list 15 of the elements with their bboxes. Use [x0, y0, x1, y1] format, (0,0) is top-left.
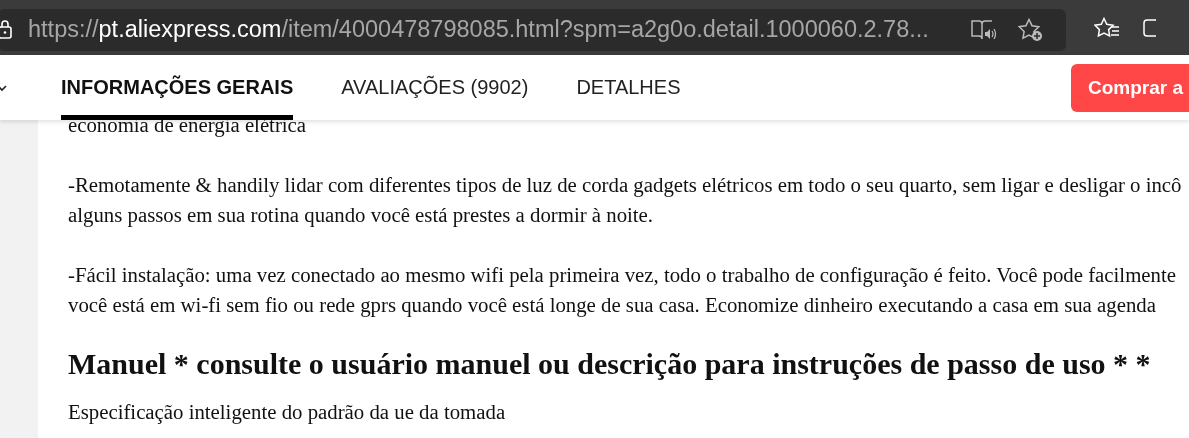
chevron-down-icon[interactable] — [0, 83, 7, 92]
section-heading: Manuel * consulte o usuário manuel ou descrição para instruções de passo de uso * * — [68, 346, 1152, 382]
address-field[interactable]: https://pt.aliexpress.com/item/4000478798085.html?spm=a2g0o.detail.1000060.2.78... — [0, 8, 1066, 51]
paragraph-line: você está em wi-fi sem fio ou rede gprs quando você está longe de sua casa. Economize dinheiro executando a casa em sua agenda — [68, 292, 1157, 319]
paragraph-line: Especificação inteligente do padrão da ue da tomada — [68, 399, 507, 426]
paragraph-line: -Fácil instalação: uma vez conectado ao mesmo wifi pela primeira vez, todo o trabalho de configuração é feito. Você pode facilmente — [68, 262, 1177, 289]
lock-icon[interactable] — [0, 18, 12, 39]
read-aloud-icon[interactable] — [970, 18, 996, 41]
favorites-icon[interactable] — [1094, 16, 1120, 39]
paragraph-line: -Remotamente & handily lidar com diferentes tipos de luz de corda gadgets elétricos em todo o seu quarto, sem ligar e desligar o incô — [68, 172, 1182, 199]
paragraph-line: alguns passos em sua rotina quando você está prestes a dormir à noite. — [68, 202, 655, 229]
tab[interactable]: AVALIAÇÕES (9902) — [341, 55, 529, 120]
tab[interactable]: DETALHES — [576, 55, 681, 120]
add-favorite-icon[interactable] — [1018, 17, 1044, 42]
tab[interactable]: INFORMAÇÕES GERAIS — [61, 55, 294, 120]
